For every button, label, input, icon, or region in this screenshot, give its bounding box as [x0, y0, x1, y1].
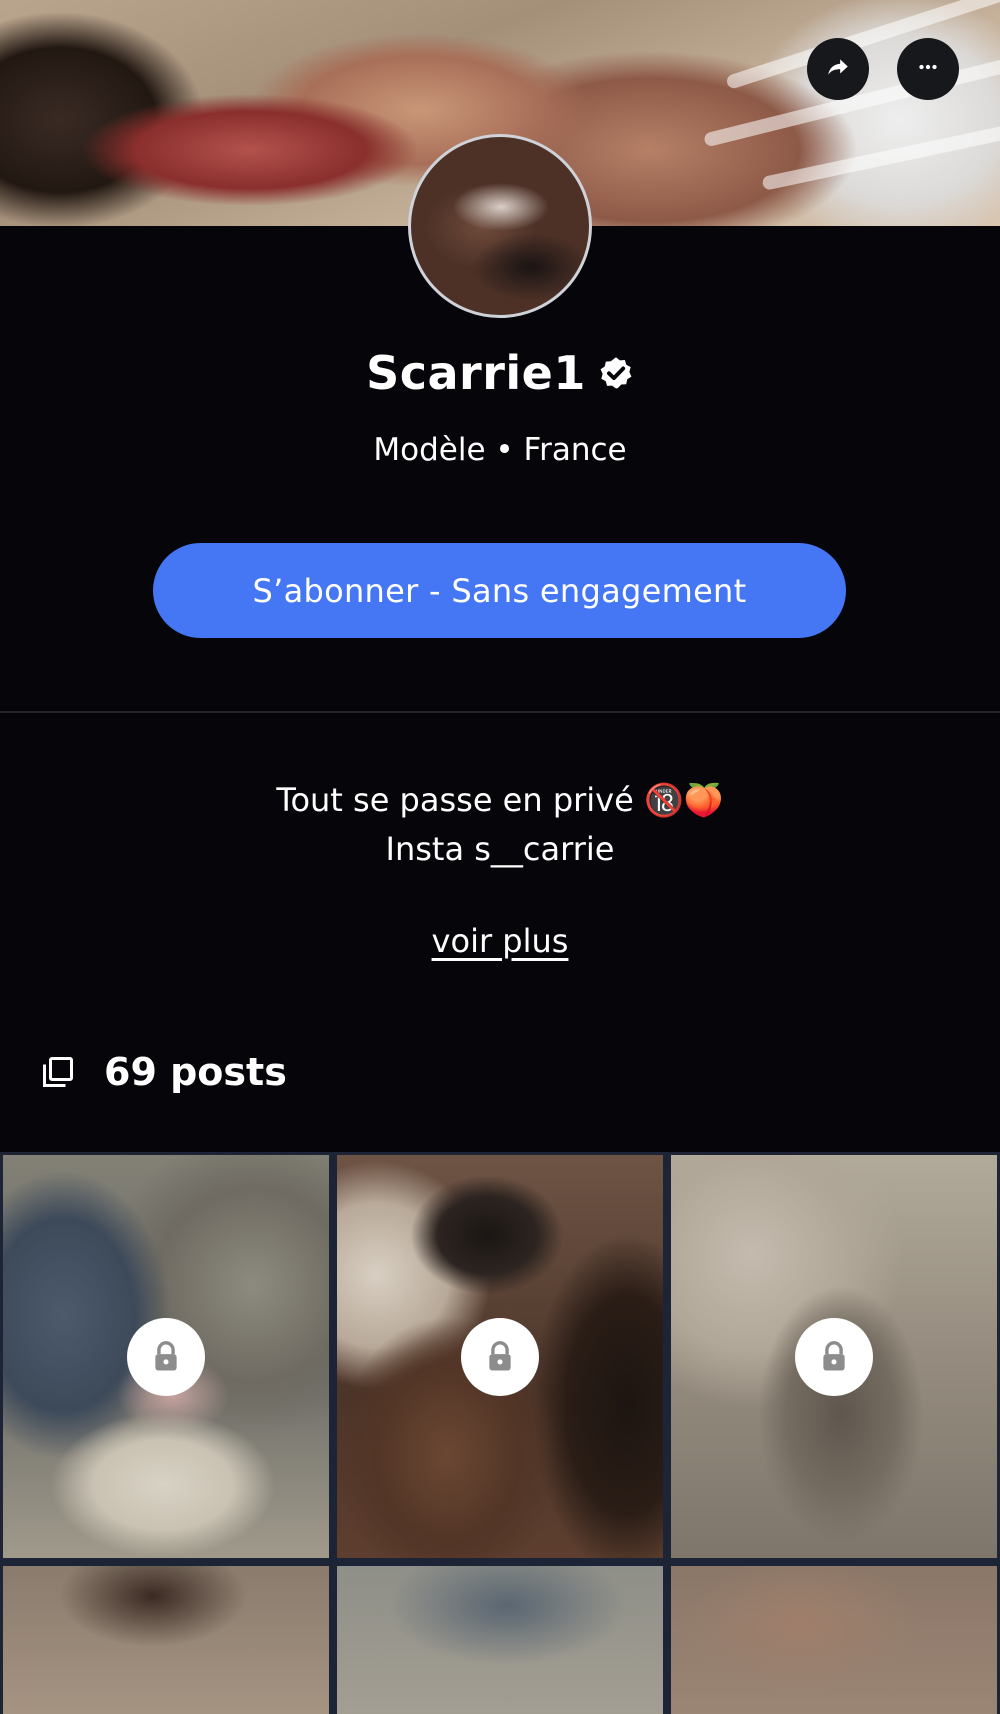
profile-subtitle: Modèle • France [373, 432, 627, 468]
bio-line-1: Tout se passe en privé 🔞🍑 [276, 781, 724, 819]
profile-name: Scarrie1 [366, 346, 586, 400]
posts-count: 69 posts [104, 1050, 287, 1094]
posts-header: 69 posts [40, 1050, 287, 1094]
lock-badge [795, 1317, 873, 1396]
lock-icon [483, 1340, 517, 1374]
lock-badge [127, 1317, 205, 1396]
post-tile[interactable] [337, 1155, 663, 1558]
more-horizontal-icon [915, 54, 941, 84]
lock-icon [149, 1340, 183, 1374]
see-more-container: voir plus [0, 922, 1000, 960]
lock-badge [461, 1317, 539, 1396]
post-tile[interactable] [671, 1566, 997, 1714]
post-tile[interactable] [671, 1155, 997, 1558]
bio-line-2: Insta s__carrie [385, 830, 615, 868]
share-arrow-icon [825, 54, 851, 84]
post-tile[interactable] [337, 1566, 663, 1714]
post-tile[interactable] [3, 1566, 329, 1714]
profile-bio: Tout se passe en privé 🔞🍑 Insta s__carri… [0, 776, 1000, 874]
posts-grid [0, 1152, 1000, 1714]
subscribe-button[interactable]: S’abonner - Sans engagement [153, 543, 846, 638]
profile-page: Scarrie1 Modèle • France S’abonner - San… [0, 0, 1000, 1714]
more-options-button[interactable] [897, 38, 959, 100]
posts-stack-icon [40, 1054, 76, 1090]
divider [0, 711, 1000, 713]
post-tile[interactable] [3, 1155, 329, 1558]
profile-name-row: Scarrie1 [0, 346, 1000, 400]
see-more-link[interactable]: voir plus [432, 922, 569, 960]
lock-icon [817, 1340, 851, 1374]
verified-badge-icon [598, 355, 634, 391]
avatar[interactable] [408, 134, 592, 318]
share-button[interactable] [807, 38, 869, 100]
